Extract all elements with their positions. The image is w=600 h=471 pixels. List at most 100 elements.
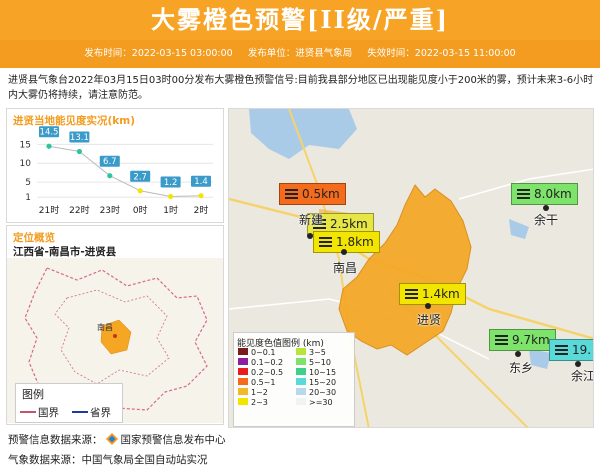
legend-swatch — [296, 378, 306, 385]
legend-item: 0~0.1 — [238, 348, 283, 358]
x-tick-label: 23时 — [100, 204, 120, 216]
visibility-data-label: 6.7 — [103, 157, 117, 167]
city-yugan: 余干 — [534, 213, 559, 227]
city-marker-icon — [341, 249, 347, 255]
visibility-data-label: 1.4 — [194, 177, 208, 187]
legend-label: 0.5~1 — [251, 378, 276, 387]
location-panel: 定位概览 江西省-南昌市-进贤县 南昌 图例 国界 省界 — [6, 225, 224, 425]
legend-label: 5~10 — [309, 358, 331, 367]
legend-swatch — [296, 348, 306, 355]
visibility-data-point — [168, 193, 174, 200]
visibility-color-legend: 能见度色值图例 (km) 0~0.1 0.1~0.2 0.2~0.5 0.5~1 1~2… — [233, 332, 355, 427]
legend-label: 10~15 — [309, 368, 337, 377]
province-border-line-icon — [72, 411, 88, 413]
y-tick-label: 1 — [25, 193, 31, 203]
station-label[interactable]: 8.0km — [511, 183, 578, 205]
legend-column-right: 3~5 5~10 10~15 15~20 20~30 >=30 — [296, 348, 336, 408]
legend-national-border: 国界 — [20, 405, 59, 420]
national-border-line-icon — [20, 411, 36, 413]
station-label[interactable]: 1.4km — [399, 283, 466, 305]
x-tick-label: 21时 — [39, 204, 59, 216]
station-label[interactable]: 9.7km — [489, 329, 556, 351]
legend-item: 10~15 — [296, 368, 336, 378]
legend-item: 3~5 — [296, 348, 336, 358]
legend-item: 2~3 — [238, 398, 283, 408]
warning-description: 进贤县气象台2022年03月15日03时00分发布大雾橙色预警信号:目前我县部分… — [8, 75, 594, 101]
legend-item: 5~10 — [296, 358, 336, 368]
legend-swatch — [296, 368, 306, 375]
station-bars-icon — [319, 237, 332, 247]
legend-label: 1~2 — [251, 388, 268, 397]
city-dongxiang: 东乡 — [509, 361, 534, 375]
location-legend-title: 图例 — [22, 388, 44, 401]
x-tick-label: 22时 — [69, 204, 89, 216]
legend-item: 0.2~0.5 — [238, 368, 283, 378]
city-xinjian: 新建 — [299, 213, 324, 227]
station-label[interactable]: 0.5km — [279, 183, 346, 205]
station-bars-icon — [285, 189, 298, 199]
legend-swatch — [238, 368, 248, 375]
location-city-label: 南昌 — [97, 323, 113, 332]
x-tick-label: 0时 — [133, 204, 148, 216]
location-legend: 图例 国界 省界 — [15, 383, 123, 423]
station-bars-icon — [495, 335, 508, 345]
legend-item: 20~30 — [296, 388, 336, 398]
legend-label: >=30 — [309, 398, 333, 407]
legend-swatch — [296, 358, 306, 365]
legend-label: 3~5 — [309, 348, 326, 357]
legend-swatch — [238, 348, 248, 355]
visibility-series-line — [48, 145, 202, 197]
location-region: 江西省-南昌市-进贤县 — [13, 246, 117, 258]
visibility-chart: 15101521时 22时 23时 0时 1时 2时14.513.16.72.71.2 1.… — [20, 126, 213, 216]
visibility-data-label: 14.5 — [40, 128, 59, 138]
legend-label: 0~0.1 — [251, 348, 276, 357]
station-bars-icon — [405, 289, 418, 299]
legend-item: 0.5~1 — [238, 378, 283, 388]
visibility-data-label: 2.7 — [133, 172, 147, 182]
visibility-panel: 进贤当地能见度实况(km) 1 5 10 15 21时 22时 23时 0时 1时 2时 14.5 1… — [6, 108, 224, 223]
visibility-data-point — [137, 188, 143, 194]
legend-swatch — [238, 398, 248, 405]
legend-swatch — [238, 358, 248, 365]
expire-time: 失效时间：2022-03-15 11:00:00 — [367, 48, 516, 59]
y-tick-label: 5 — [25, 178, 31, 188]
legend-swatch — [296, 398, 306, 405]
visibility-map[interactable]: 0.5km 2.5km 1.8km 1.4km 8.0km 9.7km 19. … — [228, 108, 594, 428]
publish-time: 发布时间：2022-03-15 03:00:00 — [84, 48, 233, 59]
publisher: 发布单位：进贤县气象局 — [247, 48, 353, 59]
x-tick-label: 2时 — [194, 204, 209, 216]
legend-item: 0.1~0.2 — [238, 358, 283, 368]
legend-label: 2~3 — [251, 398, 268, 407]
city-marker-icon — [515, 351, 521, 357]
visibility-data-label: 1.2 — [164, 178, 178, 188]
y-tick-label: 15 — [20, 140, 31, 150]
legend-label: 0.2~0.5 — [251, 368, 284, 377]
warning-meta-bar: 发布时间：2022-03-15 03:00:00 发布单位：进贤县气象局 失效时… — [0, 40, 600, 68]
city-yujiang: 余江 — [571, 369, 594, 383]
y-tick-label: 10 — [20, 159, 32, 169]
station-bars-icon — [555, 345, 568, 355]
legend-column-left: 0~0.1 0.1~0.2 0.2~0.5 0.5~1 1~2 2~3 — [238, 348, 283, 408]
station-bars-icon — [517, 189, 530, 199]
station-label[interactable]: 19. — [549, 339, 593, 361]
city-marker-icon — [425, 303, 431, 309]
legend-label: 20~30 — [309, 388, 337, 397]
city-nanchang: 南昌 — [333, 261, 358, 275]
legend-item: >=30 — [296, 398, 336, 408]
visibility-data-point — [198, 193, 204, 199]
warning-header: 大雾橙色预警[II级/严重] — [0, 0, 600, 40]
legend-province-border: 省界 — [72, 405, 111, 420]
legend-item: 1~2 — [238, 388, 283, 398]
weather-data-source: 气象数据来源：中国气象局全国自动站实况 — [8, 454, 208, 466]
legend-swatch — [296, 388, 306, 395]
x-tick-label: 1时 — [163, 204, 178, 216]
visibility-data-point — [76, 148, 82, 155]
warning-data-source: 预警信息数据来源： 国家预警信息发布中心 — [8, 433, 226, 446]
legend-item: 15~20 — [296, 378, 336, 388]
city-jinxian: 进贤 — [417, 313, 442, 327]
legend-label: 15~20 — [309, 378, 337, 387]
legend-swatch — [238, 388, 248, 395]
warning-title: 大雾橙色预警[II级/严重] — [151, 5, 449, 34]
city-marker-icon — [307, 233, 313, 239]
legend-label: 0.1~0.2 — [251, 358, 284, 367]
